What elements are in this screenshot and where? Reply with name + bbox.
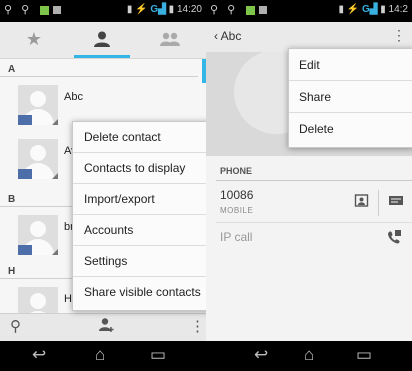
back-nav-icon[interactable]: ↩ bbox=[254, 345, 268, 365]
vertical-divider bbox=[378, 190, 379, 216]
bottom-action-bar: ⚲ ⋮ bbox=[0, 313, 206, 341]
battery-saver-icon: ▮ bbox=[126, 4, 133, 15]
contact-name: Abc bbox=[64, 91, 83, 103]
navigation-bar: ↩ ⌂ ▭ bbox=[0, 341, 206, 371]
battery-icon: ▮ bbox=[380, 4, 386, 15]
status-time: 14:20 bbox=[176, 4, 202, 15]
menu-item-share[interactable]: Share bbox=[289, 81, 412, 113]
avatar bbox=[18, 139, 58, 179]
battery-icon: ▮ bbox=[168, 4, 175, 15]
notification-icons: ⚲ ⚲ bbox=[4, 3, 62, 16]
phone-type: MOBILE bbox=[220, 206, 254, 215]
contact-title: Abc bbox=[220, 29, 242, 43]
video-call-icon[interactable] bbox=[354, 193, 370, 213]
ip-call-icon[interactable] bbox=[386, 229, 402, 249]
status-right: ▮ ⚡ G▟ ▮ 14:20 bbox=[127, 4, 202, 15]
notification-icons: ⚲ ⚲ bbox=[210, 3, 268, 16]
signal-icon: ▟ bbox=[158, 4, 166, 15]
menu-item-settings[interactable]: Settings bbox=[73, 246, 206, 277]
contact-detail-screen: ⚲ ⚲ ▮ ⚡ G▟ ▮ 14:2 ‹ Abc ⋮ PHONE 10086 MO… bbox=[206, 0, 412, 371]
menu-item-contacts-to-display[interactable]: Contacts to display bbox=[73, 153, 206, 184]
back-nav-icon[interactable]: ↩ bbox=[32, 345, 46, 365]
navigation-bar: ↩ ⌂ ▭ bbox=[206, 341, 412, 371]
home-nav-icon[interactable]: ⌂ bbox=[95, 345, 105, 365]
alert-icon: ⚡ bbox=[135, 4, 148, 15]
menu-item-edit[interactable]: Edit bbox=[289, 49, 412, 81]
menu-item-share-visible-contacts[interactable]: Share visible contacts bbox=[73, 277, 206, 308]
contact-options-menu: Edit Share Delete bbox=[288, 48, 412, 148]
add-contact-icon[interactable] bbox=[98, 317, 114, 337]
person-icon bbox=[94, 31, 110, 47]
recent-apps-icon[interactable]: ▭ bbox=[356, 345, 372, 365]
message-icon[interactable] bbox=[388, 194, 404, 212]
overflow-menu-icon[interactable]: ⋮ bbox=[190, 317, 205, 335]
battery-saver-icon: ▮ bbox=[338, 4, 344, 15]
avatar bbox=[18, 85, 58, 125]
home-nav-icon[interactable]: ⌂ bbox=[304, 345, 314, 365]
tab-bar: ★ bbox=[0, 22, 206, 59]
network-type: G bbox=[361, 4, 370, 15]
phone-number[interactable]: 10086 bbox=[220, 188, 253, 202]
section-header-a: A bbox=[0, 59, 198, 77]
avatar bbox=[18, 215, 58, 255]
options-menu: Delete contact Contacts to display Impor… bbox=[72, 121, 206, 311]
contacts-list-screen: ⚲ ⚲ ▮ ⚡ G▟ ▮ 14:20 ★ A Abc Av B br H ⚲ ⋮… bbox=[0, 0, 206, 371]
group-icon bbox=[160, 32, 180, 46]
status-right: ▮ ⚡ G▟ ▮ 14:2 bbox=[338, 4, 408, 15]
recent-apps-icon[interactable]: ▭ bbox=[150, 345, 166, 365]
search-icon[interactable]: ⚲ bbox=[10, 317, 21, 335]
tab-contacts[interactable] bbox=[68, 22, 136, 58]
menu-item-delete-contact[interactable]: Delete contact bbox=[73, 122, 206, 153]
back-button[interactable]: ‹ Abc bbox=[214, 29, 241, 43]
overflow-menu-icon[interactable]: ⋮ bbox=[392, 27, 406, 44]
menu-item-accounts[interactable]: Accounts bbox=[73, 215, 206, 246]
status-bar: ⚲ ⚲ ▮ ⚡ G▟ ▮ 14:2 bbox=[206, 0, 412, 22]
menu-item-delete[interactable]: Delete bbox=[289, 113, 412, 145]
chevron-left-icon: ‹ bbox=[214, 29, 218, 43]
signal-icon: ▟ bbox=[369, 4, 378, 15]
row-divider bbox=[216, 222, 412, 223]
status-time: 14:2 bbox=[388, 4, 408, 15]
alert-icon: ⚡ bbox=[346, 4, 360, 15]
tab-groups[interactable] bbox=[136, 22, 204, 58]
section-divider bbox=[216, 180, 412, 181]
phone-section-title: PHONE bbox=[220, 166, 253, 176]
star-icon: ★ bbox=[25, 29, 43, 49]
menu-item-import-export[interactable]: Import/export bbox=[73, 184, 206, 215]
tab-favorites[interactable]: ★ bbox=[0, 22, 68, 58]
status-bar: ⚲ ⚲ ▮ ⚡ G▟ ▮ 14:20 bbox=[0, 0, 206, 22]
ip-call[interactable]: IP call bbox=[220, 230, 252, 244]
